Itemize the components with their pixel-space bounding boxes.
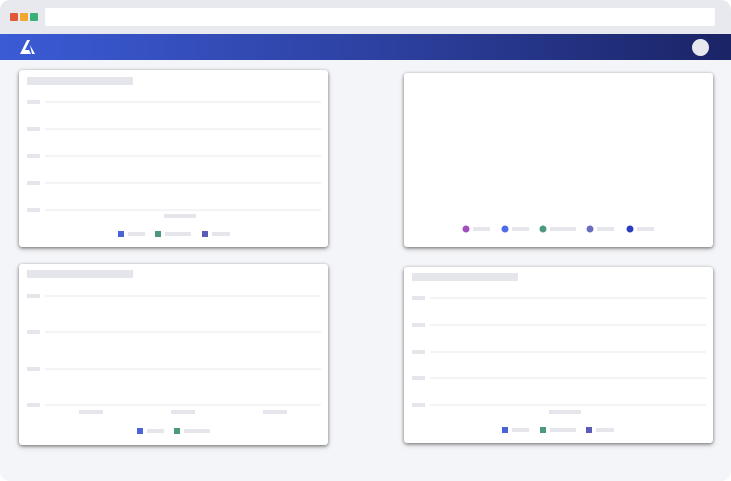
gridlines (45, 101, 321, 211)
legend-label-placeholder (512, 227, 529, 231)
legend-label-placeholder (212, 232, 230, 236)
widget-title-placeholder (27, 77, 133, 85)
maximize-window-icon[interactable] (30, 13, 38, 21)
legend-swatch (202, 231, 208, 237)
legend-dot (586, 225, 594, 233)
chart-widget-top-right (404, 73, 713, 247)
legend-swatch (174, 428, 180, 434)
legend-swatch (155, 231, 161, 237)
legend-label-placeholder (637, 227, 654, 231)
chart-widget-bottom-right (404, 267, 713, 443)
x-tick-placeholder (549, 410, 581, 414)
legend-dot (539, 225, 547, 233)
legend-swatch (118, 231, 124, 237)
x-tick-placeholder (164, 214, 196, 218)
y-tick-placeholders (27, 294, 40, 407)
legend-swatch (137, 428, 143, 434)
y-tick-placeholders (27, 100, 40, 212)
legend-label-placeholder (550, 428, 576, 432)
legend-swatch (502, 427, 508, 433)
y-tick-placeholders (412, 296, 425, 407)
chart-widget-top-left (19, 70, 328, 247)
address-bar[interactable] (45, 8, 715, 26)
x-tick-placeholders (79, 410, 287, 414)
legend (118, 231, 230, 237)
legend (462, 225, 654, 233)
user-avatar-icon[interactable] (692, 39, 709, 56)
chart-widget-bottom-left (19, 264, 328, 445)
legend-label-placeholder (165, 232, 191, 236)
legend-label-placeholder (128, 232, 145, 236)
chart-skeleton (462, 225, 654, 233)
legend-label-placeholder (596, 428, 614, 432)
widget-title-placeholder (27, 270, 133, 278)
legend-label-placeholder (550, 227, 576, 231)
chart-skeleton (412, 273, 706, 433)
a-logo-icon[interactable] (19, 39, 37, 55)
close-window-icon[interactable] (10, 13, 18, 21)
legend-swatch (540, 427, 546, 433)
legend (137, 428, 210, 434)
chart-skeleton (27, 270, 321, 434)
widget-title-placeholder (412, 273, 518, 281)
legend (502, 427, 614, 433)
gridlines (430, 297, 706, 406)
legend-label-placeholder (147, 429, 164, 433)
legend-dot (462, 225, 470, 233)
app-window (0, 0, 731, 481)
chart-skeleton (27, 77, 321, 237)
legend-label-placeholder (512, 428, 529, 432)
browser-toolbar (0, 0, 731, 34)
legend-label-placeholder (184, 429, 210, 433)
legend-label-placeholder (473, 227, 490, 231)
gridlines (45, 295, 321, 406)
minimize-window-icon[interactable] (20, 13, 28, 21)
legend-swatch (586, 427, 592, 433)
legend-dot (626, 225, 634, 233)
legend-label-placeholder (597, 227, 614, 231)
legend-dot (501, 225, 509, 233)
app-header (0, 34, 731, 60)
